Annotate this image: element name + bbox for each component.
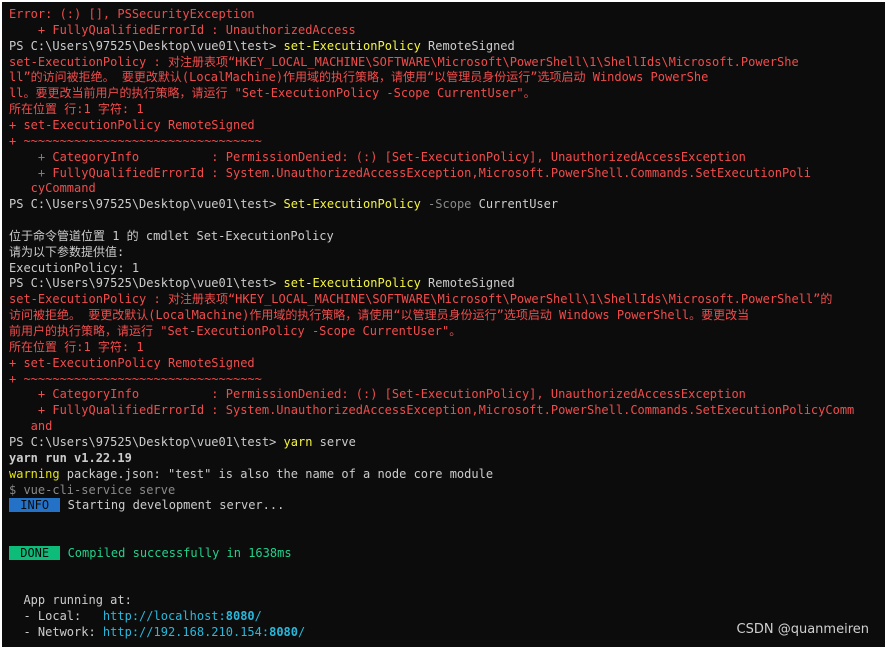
line-text: + FullyQualifiedErrorId : System.Unautho… (9, 403, 855, 418)
line-text: 位于命令管道位置 1 的 cmdlet Set-ExecutionPolicy (9, 228, 334, 243)
url-text: / (254, 609, 262, 624)
line-text: 请为以下参数提供值: (9, 244, 125, 259)
command-name: yarn (283, 434, 313, 449)
line-text: RemoteSigned (420, 38, 515, 53)
done-badge: DONE (9, 545, 61, 560)
url-text: 8080 (225, 609, 255, 624)
line-text: serve (312, 434, 356, 449)
terminal-line: 位于命令管道位置 1 的 cmdlet Set-ExecutionPolicy (9, 228, 883, 244)
command-name: set-ExecutionPolicy (283, 276, 421, 291)
terminal-line: ll。要更改当前用户的执行策略，请运行 "Set-ExecutionPolicy… (9, 85, 883, 101)
terminal-line: 请为以下参数提供值: (9, 244, 883, 260)
line-text: Error: (:) [], PSSecurityException (9, 7, 255, 21)
url-text: / (298, 625, 306, 640)
terminal-line: warning package.json: "test" is also the… (9, 466, 883, 482)
line-text: PS C:\Users\97525\Desktop\vue01\test> (9, 276, 284, 291)
line-text: yarn run v1.22.19 (9, 450, 132, 465)
terminal-line: + FullyQualifiedErrorId : System.Unautho… (9, 402, 883, 418)
line-text: $ vue-cli-service serve (9, 482, 176, 497)
terminal-line: DONE Compiled successfully in 1638ms (9, 545, 883, 561)
terminal-line: yarn run v1.22.19 (9, 450, 883, 466)
url-text: http://192.168.210.154: (102, 625, 270, 640)
command-name: set-ExecutionPolicy (283, 38, 421, 53)
terminal-line: INFO Starting development server... (9, 497, 883, 513)
line-text: CurrentUser (471, 197, 559, 212)
line-text: + ~~~~~~~~~~~~~~~~~~~~~~~~~~~~~~~~~ (9, 371, 262, 386)
terminal-line: + FullyQualifiedErrorId : System.Unautho… (9, 165, 883, 181)
terminal-line: + set-ExecutionPolicy RemoteSigned (9, 355, 883, 371)
url-text: http://localhost: (102, 609, 226, 624)
terminal-line: $ vue-cli-service serve (9, 482, 883, 498)
terminal-line: + set-ExecutionPolicy RemoteSigned (9, 117, 883, 133)
terminal-line: + CategoryInfo : PermissionDenied: (:) [… (9, 386, 883, 402)
line-text: - Local: (9, 609, 103, 624)
terminal-line: PS C:\Users\97525\Desktop\vue01\test> se… (9, 275, 883, 291)
command-name: Set-ExecutionPolicy (283, 197, 421, 212)
terminal-window[interactable]: Error: (:) [], PSSecurityException + Ful… (2, 2, 885, 647)
line-text: 所在位置 行:1 字符: 1 (9, 102, 144, 117)
terminal-line: App running at: (9, 592, 883, 608)
line-text: ExecutionPolicy: 1 (9, 260, 140, 275)
terminal-line: + CategoryInfo : PermissionDenied: (:) [… (9, 149, 883, 165)
line-text: + FullyQualifiedErrorId : System.Unautho… (9, 165, 811, 180)
line-text: ll。要更改当前用户的执行策略，请运行 "Set-ExecutionPolicy… (9, 86, 536, 101)
line-text: ll”的访问被拒绝。 要更改默认(LocalMachine)作用域的执行策略，请… (9, 70, 709, 85)
line-text: + CategoryInfo : PermissionDenied: (:) [… (9, 387, 746, 402)
line-text: warning (9, 466, 60, 481)
terminal-line: + ~~~~~~~~~~~~~~~~~~~~~~~~~~~~~~~~~ (9, 371, 883, 387)
terminal-line: PS C:\Users\97525\Desktop\vue01\test> se… (9, 38, 883, 54)
line-text: PS C:\Users\97525\Desktop\vue01\test> (9, 197, 284, 212)
terminal-line: 访问被拒绝。 要更改默认(LocalMachine)作用域的执行策略，请使用“以… (9, 307, 883, 323)
terminal-line: 前用户的执行策略，请运行 "Set-ExecutionPolicy -Scope… (9, 323, 883, 339)
line-text: Compiled successfully in 1638ms (60, 545, 292, 560)
terminal-line: set-ExecutionPolicy : 对注册表项“HKEY_LOCAL_M… (9, 54, 883, 70)
terminal-line: + ~~~~~~~~~~~~~~~~~~~~~~~~~~~~~~~~~ (9, 133, 883, 149)
line-text: 访问被拒绝。 要更改默认(LocalMachine)作用域的执行策略，请使用“以… (9, 308, 750, 323)
line-text: + set-ExecutionPolicy RemoteSigned (9, 355, 255, 370)
terminal-line: 所在位置 行:1 字符: 1 (9, 339, 883, 355)
line-text: App running at: (9, 593, 132, 608)
line-text: package.json: "test" is also the name of… (59, 466, 494, 481)
line-text: - Network: (9, 625, 103, 640)
terminal-line: PS C:\Users\97525\Desktop\vue01\test> ya… (9, 434, 883, 450)
line-text: + ~~~~~~~~~~~~~~~~~~~~~~~~~~~~~~~~~ (9, 133, 262, 148)
line-text: PS C:\Users\97525\Desktop\vue01\test> (9, 434, 284, 449)
info-badge: INFO (9, 498, 61, 513)
line-text: set-ExecutionPolicy : 对注册表项“HKEY_LOCAL_M… (9, 292, 833, 307)
line-text: 前用户的执行策略，请运行 "Set-ExecutionPolicy -Scope… (9, 324, 462, 338)
line-text: RemoteSigned (420, 276, 515, 291)
terminal-line: ll”的访问被拒绝。 要更改默认(LocalMachine)作用域的执行策略，请… (9, 69, 883, 85)
line-text: PS C:\Users\97525\Desktop\vue01\test> (9, 38, 284, 53)
line-text: Starting development server... (60, 498, 285, 513)
terminal-line: cyCommand (9, 180, 883, 196)
line-text: + FullyQualifiedErrorId : UnauthorizedAc… (9, 22, 356, 37)
url-text: 8080 (269, 625, 298, 640)
line-text: 所在位置 行:1 字符: 1 (9, 339, 144, 354)
terminal-line: and (9, 418, 883, 434)
line-text: and (9, 419, 53, 434)
terminal-line: + FullyQualifiedErrorId : UnauthorizedAc… (9, 22, 883, 38)
line-text: + set-ExecutionPolicy RemoteSigned (9, 117, 255, 132)
terminal-line: 所在位置 行:1 字符: 1 (9, 101, 883, 117)
terminal-line: PS C:\Users\97525\Desktop\vue01\test> Se… (9, 196, 883, 212)
terminal-line: Error: (:) [], PSSecurityException (9, 6, 883, 22)
line-text: set-ExecutionPolicy : 对注册表项“HKEY_LOCAL_M… (9, 54, 799, 69)
line-text: + CategoryInfo : PermissionDenied: (:) [… (9, 149, 746, 164)
line-text: cyCommand (9, 181, 96, 196)
terminal-line: set-ExecutionPolicy : 对注册表项“HKEY_LOCAL_M… (9, 291, 883, 307)
watermark: CSDN @quanmeiren (736, 622, 869, 637)
terminal-line: ExecutionPolicy: 1 (9, 260, 883, 276)
line-text: -Scope (420, 197, 472, 212)
